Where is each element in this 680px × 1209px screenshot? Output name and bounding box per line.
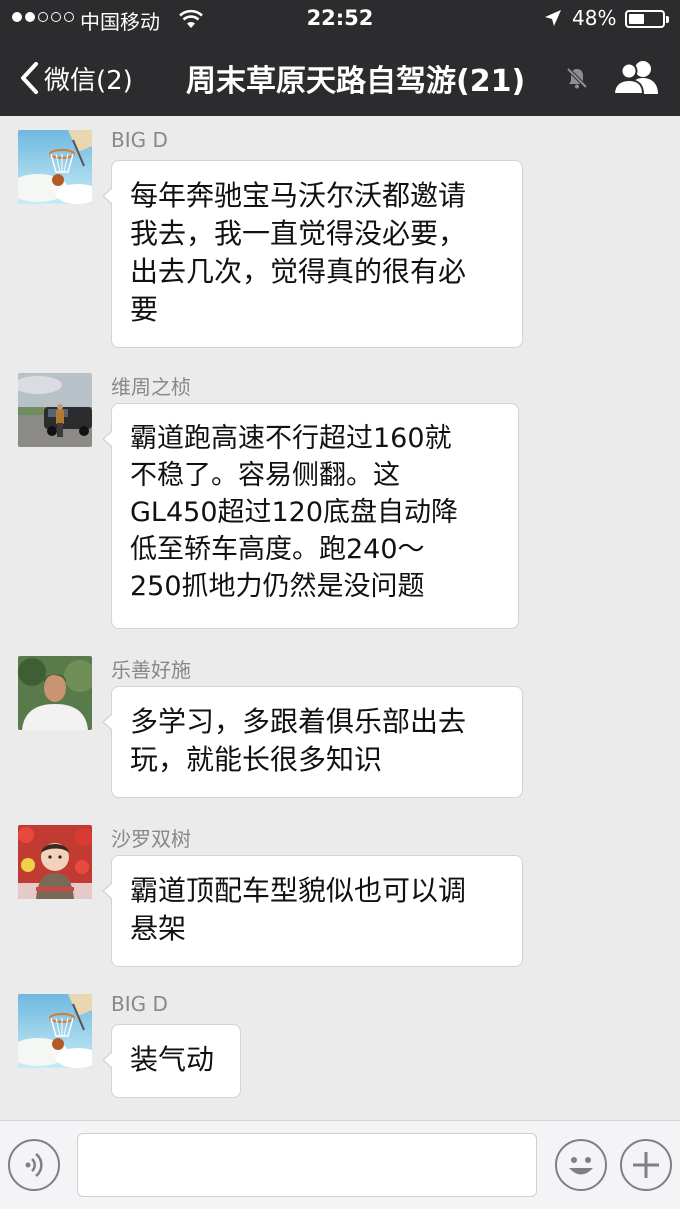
battery-icon [625, 10, 669, 28]
plus-icon [633, 1152, 659, 1178]
battery-percent: 48% [572, 6, 617, 30]
message-bubble[interactable]: 霸道顶配车型貌似也可以调 悬架 [102, 855, 523, 967]
message-text: 多学习，多跟着俱乐部出去 玩，就能长很多知识 [130, 705, 467, 776]
sender-name: BIG D [111, 992, 168, 1016]
message-bubble[interactable]: 每年奔驰宝马沃尔沃都邀请 我去，我一直觉得没必要， 出去几次，觉得真的很有必 要 [102, 160, 523, 348]
sender-name: 沙罗双树 [111, 827, 191, 851]
group-members-icon[interactable] [612, 58, 660, 96]
navigation-bar: 微信(2) 周末草原天路自驾游(21) [0, 40, 680, 116]
chat-area[interactable]: BIG D 每年奔驰宝马沃尔沃都邀请 我去，我一直觉得没必要， 出去几次，觉得真… [0, 116, 680, 1120]
voice-icon [25, 1153, 43, 1177]
sender-name: 维周之桢 [111, 375, 191, 399]
emoji-button[interactable] [555, 1139, 607, 1191]
voice-button[interactable] [8, 1139, 60, 1191]
sender-name: BIG D [111, 128, 168, 152]
sender-name: 乐善好施 [111, 658, 191, 682]
location-arrow-icon [545, 10, 561, 26]
message-item: 维周之桢 霸道跑高速不行超过160就 不稳了。容易侧翻。这 GL450超过120… [18, 361, 658, 631]
chat-title: 周末草原天路自驾游(21) [186, 64, 526, 99]
emoji-icon [569, 1157, 593, 1175]
man-with-car-avatar[interactable] [18, 373, 92, 447]
baby-flowers-avatar[interactable] [18, 825, 92, 899]
message-bubble[interactable]: 多学习，多跟着俱乐部出去 玩，就能长很多知识 [102, 686, 523, 798]
chevron-left-icon [21, 62, 38, 94]
message-bubble[interactable]: 装气动 [102, 1024, 241, 1098]
message-text: 霸道跑高速不行超过160就 不稳了。容易侧翻。这 GL450超过120底盘自动降… [130, 423, 459, 602]
back-button[interactable]: 微信(2) [18, 58, 133, 98]
message-text: 霸道顶配车型貌似也可以调 悬架 [130, 874, 467, 945]
message-item: 沙罗双树 霸道顶配车型貌似也可以调 悬架 [18, 813, 658, 968]
message-input[interactable] [77, 1133, 537, 1197]
top-bar: 中国移动 22:52 48% 微信(2) 周末草原天路自驾游(21) [0, 0, 680, 116]
message-text: 每年奔驰宝马沃尔沃都邀请 我去，我一直觉得没必要， 出去几次，觉得真的很有必 要 [130, 179, 467, 326]
message-text: 装气动 [130, 1043, 215, 1076]
more-button[interactable] [620, 1139, 672, 1191]
message-item: 乐善好施 多学习，多跟着俱乐部出去 玩，就能长很多知识 [18, 644, 658, 799]
input-bar [0, 1120, 680, 1209]
man-portrait-avatar[interactable] [18, 656, 92, 730]
mute-bell-icon [566, 67, 588, 89]
message-item: BIG D 每年奔驰宝马沃尔沃都邀请 我去，我一直觉得没必要， 出去几次，觉得真… [18, 118, 658, 348]
basketball-hoop-avatar[interactable] [18, 994, 92, 1068]
message-item: BIG D 装气动 [18, 982, 658, 1102]
status-bar: 中国移动 22:52 48% [0, 0, 680, 40]
message-bubble[interactable]: 霸道跑高速不行超过160就 不稳了。容易侧翻。这 GL450超过120底盘自动降… [102, 403, 519, 629]
back-label: 微信(2) [44, 65, 133, 96]
basketball-hoop-avatar[interactable] [18, 130, 92, 204]
